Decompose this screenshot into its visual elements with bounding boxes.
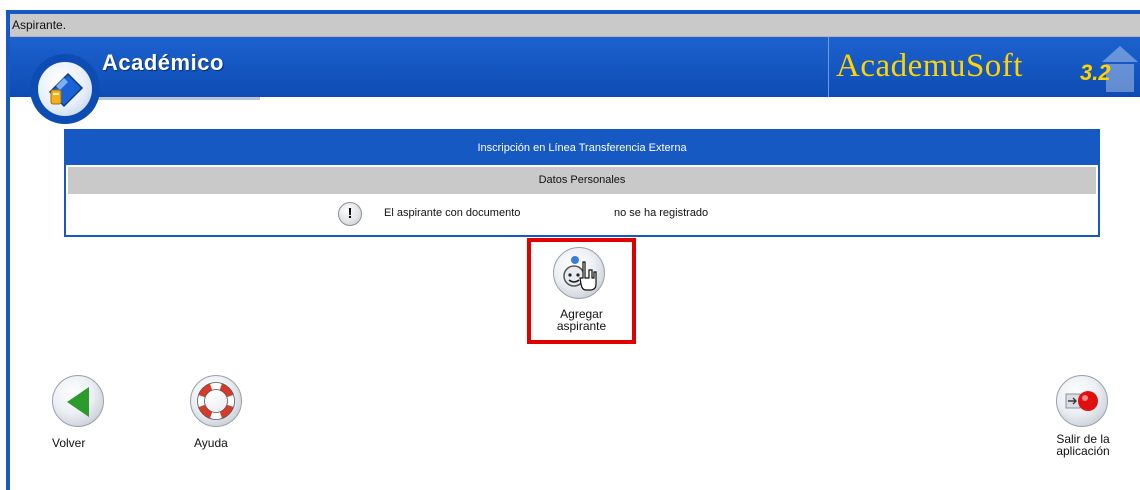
title-underline bbox=[94, 97, 260, 100]
brand-version: 3.2 bbox=[1080, 60, 1111, 85]
breadcrumb: Aspirante. bbox=[10, 14, 1140, 37]
help-label: Ayuda bbox=[194, 436, 228, 450]
message-text-end: no se ha registrado bbox=[614, 207, 709, 219]
help-button[interactable]: Ayuda bbox=[190, 375, 250, 455]
exit-button[interactable]: Salir de la aplicación bbox=[1040, 375, 1126, 465]
app-title: Académico bbox=[102, 50, 224, 75]
panel-title: Inscripción en Línea Transferencia Exter… bbox=[66, 131, 1098, 165]
back-button[interactable]: Volver bbox=[52, 375, 112, 455]
exclamation-icon: ! bbox=[338, 202, 362, 226]
message-text-start: El aspirante con documento bbox=[384, 207, 521, 219]
header-divider bbox=[828, 37, 829, 97]
back-label: Volver bbox=[52, 436, 86, 450]
exit-label: Salir de la aplicación bbox=[1056, 432, 1110, 458]
exit-icon bbox=[1056, 375, 1108, 427]
status-message: ! El aspirante con documento no se ha re… bbox=[66, 199, 1098, 229]
panel-subtitle: Datos Personales bbox=[68, 167, 1096, 194]
registration-panel: Inscripción en Línea Transferencia Exter… bbox=[64, 129, 1100, 237]
add-applicant-label: Agregar aspirante bbox=[556, 307, 607, 333]
lifebuoy-icon bbox=[190, 375, 242, 427]
add-applicant-button[interactable]: Agregar aspirante bbox=[527, 238, 636, 344]
back-arrow-icon bbox=[52, 375, 104, 427]
academic-logo-icon bbox=[30, 54, 100, 124]
brand-logo-text: AcademuSoft bbox=[836, 48, 1023, 84]
add-user-hand-icon bbox=[553, 247, 605, 299]
